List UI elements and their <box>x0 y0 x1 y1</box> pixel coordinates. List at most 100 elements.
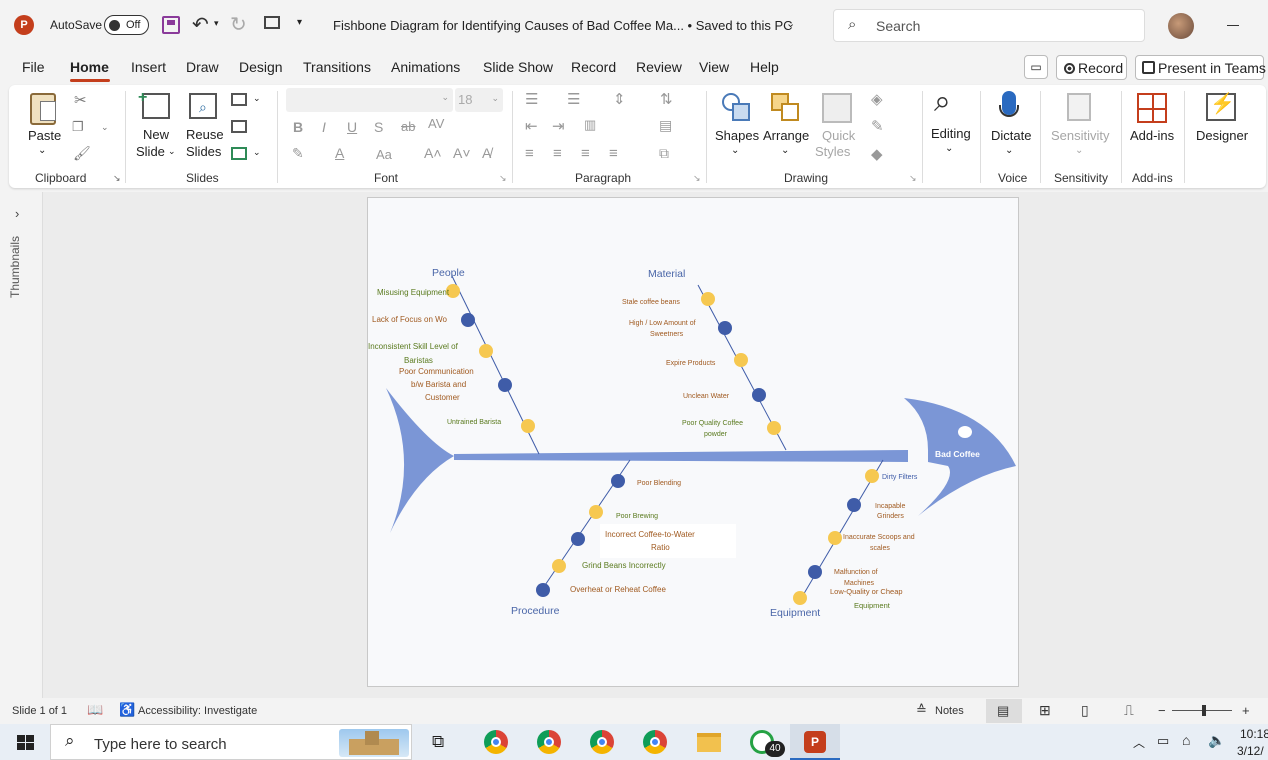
tab-help[interactable]: Help <box>750 59 779 75</box>
smartart-icon[interactable]: ⧉ <box>659 145 669 162</box>
accessibility-status[interactable]: Accessibility: Investigate <box>138 705 257 717</box>
save-icon[interactable] <box>162 16 180 34</box>
arrange-dropdown-icon[interactable]: ⌄ <box>781 143 789 159</box>
reset-icon[interactable] <box>231 120 247 133</box>
dictate-button[interactable]: Dictate <box>991 128 1031 144</box>
new-slide-label-2[interactable]: Slide <box>136 144 165 160</box>
avatar[interactable] <box>1168 13 1194 39</box>
cut-icon[interactable]: ✂ <box>74 91 87 109</box>
shapes-icon[interactable] <box>722 93 752 123</box>
align-text-icon[interactable]: ▤ <box>659 117 672 134</box>
font-launcher-icon[interactable]: ↘ <box>499 173 507 184</box>
editing-search-icon[interactable]: ⌕ <box>934 85 951 119</box>
battery-icon[interactable]: ▭ <box>1157 733 1169 749</box>
tab-home[interactable]: Home <box>70 59 109 75</box>
windows-start-icon[interactable] <box>17 735 34 750</box>
numbering-icon[interactable]: ☰ <box>567 90 580 108</box>
designer-button[interactable]: Designer <box>1196 128 1248 144</box>
font-color-icon[interactable]: A <box>335 145 344 161</box>
tab-design[interactable]: Design <box>239 59 283 75</box>
task-view-icon[interactable]: ⧉ <box>432 732 444 752</box>
clear-formatting-icon[interactable]: A̸ <box>482 145 491 161</box>
autosave-toggle[interactable]: Off <box>104 15 149 35</box>
designer-icon[interactable]: ⚡ <box>1206 93 1236 121</box>
clipboard-launcher-icon[interactable]: ↘ <box>113 173 121 184</box>
clock-time[interactable]: 10:18 <box>1240 727 1268 741</box>
decrease-font-icon[interactable]: A˅ <box>453 145 471 161</box>
chevron-down-icon[interactable]: ⌄ <box>786 17 795 30</box>
format-painter-icon[interactable]: 🖌 <box>73 145 91 162</box>
highlight-icon[interactable]: ✎ <box>292 145 304 162</box>
editing-dropdown-icon[interactable]: ⌄ <box>945 141 953 157</box>
tab-draw[interactable]: Draw <box>186 59 219 75</box>
tab-view[interactable]: View <box>699 59 729 75</box>
accessibility-icon[interactable]: ♿ <box>119 702 135 718</box>
reuse-slides-label[interactable]: Reuse <box>186 127 224 143</box>
zoom-out-icon[interactable]: − <box>1158 703 1166 718</box>
increase-indent-icon[interactable]: ⇥ <box>552 117 565 135</box>
network-icon[interactable]: ⌂ <box>1182 732 1190 748</box>
copy-icon[interactable]: ❐ <box>72 119 84 135</box>
editing-button[interactable]: Editing <box>931 126 971 142</box>
shape-outline-icon[interactable]: ✎ <box>871 117 884 135</box>
document-title[interactable]: Fishbone Diagram for Identifying Causes … <box>333 18 793 33</box>
shape-fill-icon[interactable]: ◈ <box>871 90 883 108</box>
justify-icon[interactable]: ≡ <box>609 145 618 162</box>
align-center-icon[interactable]: ≡ <box>553 145 562 162</box>
customize-toolbar-icon[interactable]: ▾ <box>297 17 302 28</box>
dictate-dropdown-icon[interactable]: ⌄ <box>1005 143 1013 159</box>
arrange-icon[interactable] <box>771 93 801 123</box>
sensitivity-icon[interactable] <box>1067 93 1091 121</box>
paste-button[interactable]: Paste <box>28 128 61 144</box>
font-family-select[interactable]: ⌄ <box>286 88 453 112</box>
present-in-teams-button[interactable]: Present in Teams <box>1135 55 1266 80</box>
increase-font-icon[interactable]: A˄ <box>424 145 442 161</box>
undo-dropdown-icon[interactable]: ▾ <box>214 18 219 29</box>
line-spacing-icon[interactable]: ⇕ <box>613 90 626 108</box>
font-size-select[interactable]: 18 ⌄ <box>455 88 503 112</box>
paragraph-launcher-icon[interactable]: ↘ <box>693 173 701 184</box>
quick-styles-label[interactable]: Quick <box>822 128 855 144</box>
zoom-slider[interactable] <box>1172 705 1232 716</box>
expand-chevron-icon[interactable]: › <box>15 206 19 221</box>
record-button[interactable]: Record <box>1056 55 1127 80</box>
text-direction-icon[interactable]: ⇅ <box>660 90 673 108</box>
character-spacing-icon[interactable]: AV <box>428 116 444 131</box>
comments-button[interactable]: ▭ <box>1024 55 1048 79</box>
copy-dropdown-icon[interactable]: ⌄ <box>101 122 109 133</box>
tab-review[interactable]: Review <box>636 59 682 75</box>
bullets-icon[interactable]: ☰ <box>525 90 538 108</box>
undo-icon[interactable]: ↶ <box>192 12 209 37</box>
bold-icon[interactable]: B <box>293 119 303 135</box>
italic-icon[interactable]: I <box>322 119 326 135</box>
arrange-button[interactable]: Arrange <box>763 128 809 144</box>
spelling-icon[interactable]: 📖 <box>87 702 103 718</box>
layout-icon[interactable] <box>231 93 247 106</box>
strikethrough-icon[interactable]: ab <box>401 119 415 134</box>
chrome-profile-3-icon[interactable] <box>590 730 614 754</box>
shapes-dropdown-icon[interactable]: ⌄ <box>731 143 739 159</box>
tab-animations[interactable]: Animations <box>391 59 460 75</box>
decrease-indent-icon[interactable]: ⇤ <box>525 117 538 135</box>
addins-grid-icon[interactable] <box>1137 93 1167 123</box>
notes-button[interactable]: Notes <box>935 705 964 717</box>
tab-slide-show[interactable]: Slide Show <box>483 59 553 75</box>
underline-icon[interactable]: U <box>347 119 357 135</box>
show-hidden-icons[interactable]: ︿ <box>1133 734 1145 751</box>
slide-sorter-icon[interactable]: ⊞ <box>1039 702 1051 719</box>
shape-effects-icon[interactable]: ◆ <box>871 145 883 163</box>
new-slide-icon[interactable]: + <box>138 89 170 119</box>
reuse-slides-icon[interactable]: ⌕ <box>189 93 217 119</box>
slideshow-icon[interactable]: ⎍ <box>1124 702 1134 719</box>
drawing-launcher-icon[interactable]: ↘ <box>909 173 917 184</box>
quick-styles-label-2[interactable]: Styles <box>815 144 850 160</box>
minimize-icon[interactable] <box>1227 25 1239 26</box>
slide-canvas[interactable]: Bad Coffee People Material Procedure Equ… <box>367 197 1019 687</box>
taskbar-search-box[interactable]: ⌕ Type here to search <box>50 724 412 760</box>
align-right-icon[interactable]: ≡ <box>581 145 590 162</box>
notes-icon[interactable]: ≙ <box>916 702 927 718</box>
reading-view-icon[interactable]: ▯ <box>1081 702 1089 719</box>
zoom-in-icon[interactable]: + <box>1242 703 1250 718</box>
change-case-icon[interactable]: Aa <box>376 147 392 162</box>
file-explorer-icon[interactable] <box>697 733 721 752</box>
